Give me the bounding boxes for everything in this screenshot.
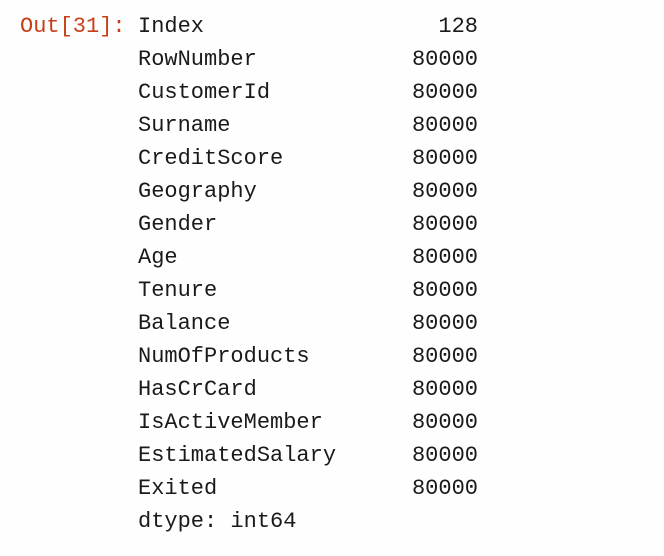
series-row: CustomerId80000 [138, 76, 644, 109]
series-key: Balance [138, 307, 388, 340]
series-value: 80000 [388, 142, 478, 175]
series-value: 80000 [388, 43, 478, 76]
series-row: Geography80000 [138, 175, 644, 208]
series-row: Age80000 [138, 241, 644, 274]
series-key: Exited [138, 472, 388, 505]
series-key: NumOfProducts [138, 340, 388, 373]
series-value: 80000 [388, 307, 478, 340]
series-key: RowNumber [138, 43, 388, 76]
series-row: Tenure80000 [138, 274, 644, 307]
series-value: 80000 [388, 406, 478, 439]
series-row: Surname80000 [138, 109, 644, 142]
series-value: 80000 [388, 340, 478, 373]
series-key: CustomerId [138, 76, 388, 109]
series-row: Gender80000 [138, 208, 644, 241]
series-value: 80000 [388, 274, 478, 307]
series-row: Index128 [138, 10, 644, 43]
series-value: 128 [388, 10, 478, 43]
series-key: CreditScore [138, 142, 388, 175]
series-value: 80000 [388, 76, 478, 109]
series-row: HasCrCard80000 [138, 373, 644, 406]
series-key: IsActiveMember [138, 406, 388, 439]
series-row: EstimatedSalary80000 [138, 439, 644, 472]
jupyter-output-cell: Out[31]: Index128RowNumber80000CustomerI… [20, 10, 644, 538]
series-value: 80000 [388, 472, 478, 505]
series-key: Geography [138, 175, 388, 208]
series-key: Index [138, 10, 388, 43]
series-row: RowNumber80000 [138, 43, 644, 76]
series-value: 80000 [388, 109, 478, 142]
series-key: Surname [138, 109, 388, 142]
dtype-footer: dtype: int64 [138, 505, 644, 538]
series-row: Exited80000 [138, 472, 644, 505]
output-body: Index128RowNumber80000CustomerId80000Sur… [138, 10, 644, 538]
series-row: NumOfProducts80000 [138, 340, 644, 373]
series-key: EstimatedSalary [138, 439, 388, 472]
series-value: 80000 [388, 373, 478, 406]
series-key: HasCrCard [138, 373, 388, 406]
series-value: 80000 [388, 241, 478, 274]
series-row: Balance80000 [138, 307, 644, 340]
series-key: Tenure [138, 274, 388, 307]
output-prompt-label: Out[31]: [20, 10, 138, 43]
series-value: 80000 [388, 175, 478, 208]
series-key: Gender [138, 208, 388, 241]
series-value: 80000 [388, 208, 478, 241]
series-value: 80000 [388, 439, 478, 472]
series-row: CreditScore80000 [138, 142, 644, 175]
series-row: IsActiveMember80000 [138, 406, 644, 439]
series-key: Age [138, 241, 388, 274]
